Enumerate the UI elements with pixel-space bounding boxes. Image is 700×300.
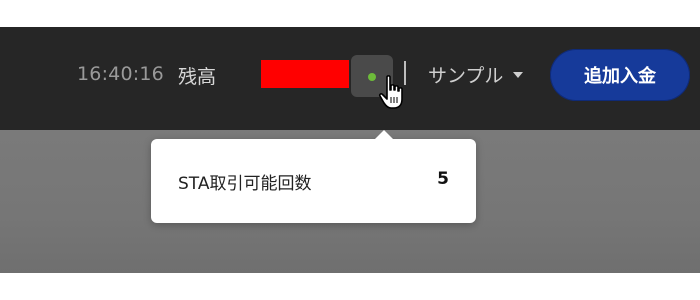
sta-trade-count-value: 5	[437, 169, 449, 189]
chevron-down-icon[interactable]	[513, 72, 523, 78]
status-dot-icon	[368, 73, 376, 81]
popover-arrow	[375, 130, 393, 139]
balance-label: 残高	[178, 66, 217, 88]
clock-time: 16:40:16	[77, 63, 164, 85]
add-deposit-button[interactable]: 追加入金	[550, 49, 690, 101]
balance-value-redacted	[261, 60, 349, 88]
top-bar: 16:40:16 残高 サンプル 追加入金	[0, 27, 700, 130]
app-frame: 16:40:16 残高 サンプル 追加入金 STA取引可能回数 5	[0, 27, 700, 273]
hand-pointer-cursor-icon	[378, 75, 403, 109]
status-popover: STA取引可能回数 5	[151, 130, 476, 223]
account-selector-label[interactable]: サンプル	[428, 61, 503, 88]
sta-trade-count-label: STA取引可能回数	[178, 174, 312, 194]
